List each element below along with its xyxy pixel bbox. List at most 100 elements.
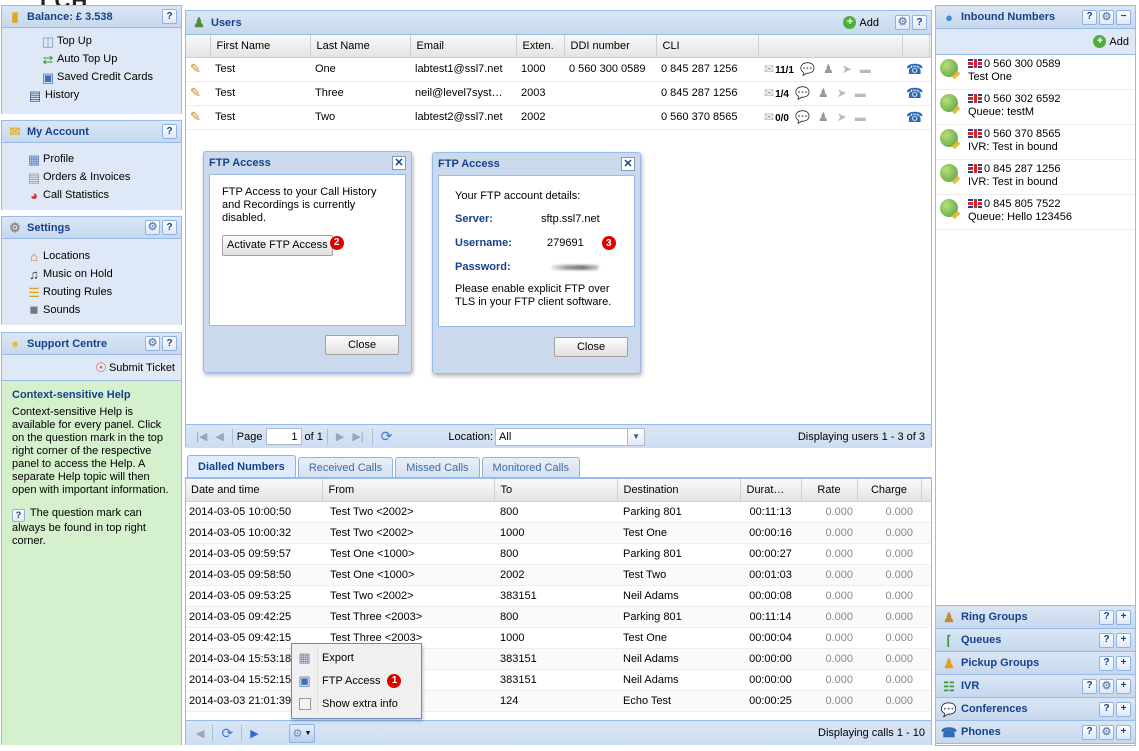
edit-user-icon[interactable]: ✎	[186, 81, 210, 106]
phone-icon[interactable]: ☎	[902, 57, 929, 82]
table-row[interactable]: ✎ Test Two labtest2@ssl7.net 2002 0 560 370 8…	[186, 105, 931, 130]
voicemail-icon[interactable]: ✉	[764, 86, 774, 100]
column-header-first-name[interactable]: First Name	[210, 35, 311, 58]
chat-icon[interactable]: 💬	[795, 86, 810, 100]
accordion-item-ring-groups[interactable]: ♟ Ring Groups? +	[936, 606, 1135, 629]
table-row[interactable]: ✎ Test Three neil@level7syst… 2003 0 845 287 …	[186, 81, 931, 106]
refresh-icon[interactable]: ⟳	[221, 725, 233, 742]
tab-dialled-numbers[interactable]: Dialled Numbers	[187, 455, 296, 477]
refresh-icon[interactable]: ⟳	[381, 428, 393, 445]
list-item[interactable]: 0 560 302 6592 Queue: testM	[936, 90, 1135, 125]
sidebar-item-top-up[interactable]: ◫ Top Up	[2, 32, 181, 50]
sidebar-item-auto-top-up[interactable]: ⇄ Auto Top Up	[2, 50, 181, 68]
edit-user-icon[interactable]: ✎	[186, 105, 210, 130]
expand-button[interactable]: +	[1116, 655, 1131, 671]
expand-button[interactable]: +	[1116, 701, 1131, 717]
column-header-email[interactable]: Email	[410, 35, 517, 58]
gear-button[interactable]: ⚙	[1099, 678, 1114, 694]
column-header-exten[interactable]: Exten.	[516, 35, 565, 58]
help-button[interactable]: ?	[1099, 701, 1114, 717]
list-item[interactable]: 0 845 287 1256 IVR: Test in bound	[936, 160, 1135, 195]
sidebar-item-history[interactable]: ▤ History	[2, 86, 181, 104]
forward-icon[interactable]: ➤	[842, 62, 852, 76]
help-button[interactable]: ?	[1099, 609, 1114, 625]
sidebar-item-call-statistics[interactable]: ◕ Call Statistics	[2, 186, 181, 204]
accordion-item-queues[interactable]: ⌈ Queues? +	[936, 629, 1135, 652]
gear-button[interactable]: ⚙	[145, 336, 160, 351]
first-page-button[interactable]: |◀	[196, 430, 207, 443]
help-button[interactable]: ?	[912, 15, 927, 30]
close-button[interactable]: Close	[325, 335, 399, 355]
gear-button[interactable]: ⚙	[145, 220, 160, 235]
table-row[interactable]: 2014-03-05 09:53:25 Test Two <2002> 383151…	[186, 585, 931, 607]
recording-icon[interactable]: ▬	[860, 64, 871, 76]
menu-item-ftp-access[interactable]: ▣ FTP Access 1	[292, 669, 421, 692]
page-number-input[interactable]	[265, 428, 302, 445]
options-menu-button[interactable]: ⚙ ▼	[288, 723, 316, 743]
help-button[interactable]: ?	[162, 220, 177, 235]
gear-button[interactable]: ⚙	[895, 15, 910, 30]
forward-icon[interactable]: ➤	[837, 86, 847, 100]
accordion-item-ivr[interactable]: ☷ IVR? ⚙ +	[936, 675, 1135, 698]
sidebar-item-music-on-hold[interactable]: ♫ Music on Hold	[2, 265, 181, 283]
accordion-item-phones[interactable]: ☎ Phones? ⚙ +	[936, 721, 1135, 744]
column-header-charge[interactable]: Charge	[857, 479, 922, 502]
expand-button[interactable]: +	[1116, 609, 1131, 625]
list-item[interactable]: 0 845 805 7522 Queue: Hello 123456	[936, 195, 1135, 230]
column-header-last-name[interactable]: Last Name	[310, 35, 411, 58]
prev-page-button[interactable]: ◀	[196, 727, 204, 740]
edit-user-icon[interactable]: ✎	[186, 57, 210, 82]
chat-icon[interactable]: 💬	[795, 110, 810, 124]
sidebar-item-routing-rules[interactable]: ☰ Routing Rules	[2, 283, 181, 301]
table-row[interactable]: 2014-03-05 09:59:57 Test One <1000> 800 Par…	[186, 543, 931, 565]
help-button[interactable]: ?	[1082, 678, 1097, 694]
last-page-button[interactable]: ▶|	[352, 430, 363, 443]
column-header-rate[interactable]: Rate	[801, 479, 858, 502]
tab-received-calls[interactable]: Received Calls	[297, 457, 394, 477]
close-icon[interactable]: ✕	[621, 157, 635, 171]
accordion-item-conferences[interactable]: 💬 Conferences? +	[936, 698, 1135, 721]
expand-button[interactable]: +	[1116, 632, 1131, 648]
forward-icon[interactable]: ➤	[837, 110, 847, 124]
sidebar-item-locations[interactable]: ⌂ Locations	[2, 247, 181, 265]
gear-button[interactable]: ⚙	[1099, 9, 1114, 25]
expand-button[interactable]: +	[1116, 724, 1131, 740]
table-row[interactable]: 2014-03-05 10:00:50 Test Two <2002> 800 Par…	[186, 501, 931, 523]
table-row[interactable]: ✎ Test One labtest1@ssl7.net 1000 0 560 300 0…	[186, 57, 931, 82]
location-select[interactable]: All ▼	[495, 427, 646, 446]
table-row[interactable]: 2014-03-05 10:00:32 Test Two <2002> 1000 Te…	[186, 522, 931, 544]
voicemail-icon[interactable]: ✉	[764, 110, 774, 124]
user-status-icon[interactable]: ♟	[818, 110, 829, 124]
menu-item-export[interactable]: ▦ Export	[292, 646, 421, 669]
recording-icon[interactable]: ▬	[855, 88, 866, 100]
close-icon[interactable]: ✕	[392, 156, 406, 170]
help-button[interactable]: ?	[1099, 632, 1114, 648]
column-header-date[interactable]: Date and time	[186, 479, 323, 502]
table-row[interactable]: 2014-03-05 09:58:50 Test One <1000> 2002 Te…	[186, 564, 931, 586]
chat-icon[interactable]: 💬	[800, 62, 815, 76]
accordion-item-pickup-groups[interactable]: ♟ Pickup Groups? +	[936, 652, 1135, 675]
expand-button[interactable]: +	[1116, 678, 1131, 694]
help-button[interactable]: ?	[1099, 655, 1114, 671]
next-page-button[interactable]: ▶	[336, 430, 344, 443]
column-header-ddi[interactable]: DDI number	[564, 35, 657, 58]
add-inbound-button[interactable]: + Add	[1093, 35, 1129, 48]
sidebar-item-orders-invoices[interactable]: ▤ Orders & Invoices	[2, 168, 181, 186]
column-header-duration[interactable]: Durat…	[740, 479, 802, 502]
column-header-cli[interactable]: CLI	[656, 35, 759, 58]
help-button[interactable]: ?	[1082, 724, 1097, 740]
next-page-button[interactable]: ▶	[250, 727, 258, 740]
tab-missed-calls[interactable]: Missed Calls	[395, 457, 480, 477]
phone-icon[interactable]: ☎	[902, 81, 929, 106]
user-status-icon[interactable]: ♟	[818, 86, 829, 100]
submit-ticket-button[interactable]: ☉ Submit Ticket	[93, 360, 175, 376]
add-user-button[interactable]: + Add	[843, 16, 879, 29]
help-button[interactable]: ?	[162, 124, 177, 139]
table-row[interactable]: 2014-03-05 09:42:25 Test Three <2003> 800 P…	[186, 606, 931, 628]
checkbox-icon[interactable]	[298, 697, 311, 710]
close-button[interactable]: Close	[554, 337, 628, 357]
phone-icon[interactable]: ☎	[902, 105, 929, 130]
sidebar-item-sounds[interactable]: ◼ Sounds	[2, 301, 181, 319]
voicemail-icon[interactable]: ✉	[764, 62, 774, 76]
help-button[interactable]: ?	[1082, 9, 1097, 25]
